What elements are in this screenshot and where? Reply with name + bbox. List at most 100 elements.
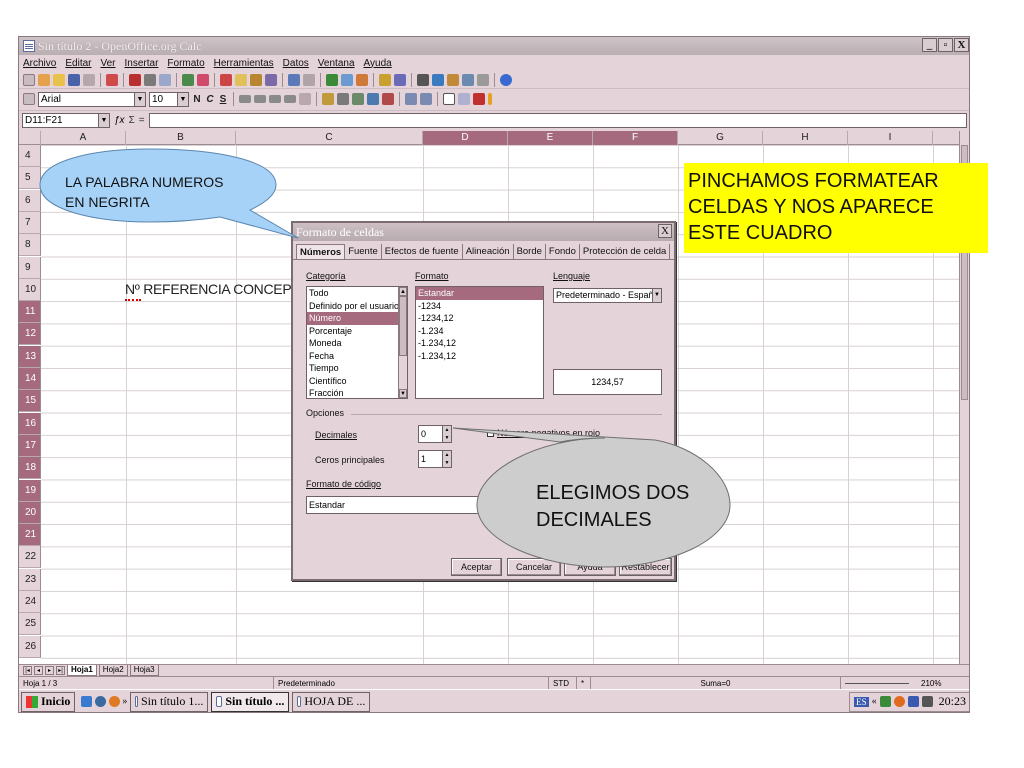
font-color-icon[interactable] <box>473 93 485 105</box>
datasources-icon[interactable] <box>462 73 474 86</box>
menu-formato[interactable]: Formato <box>167 58 204 69</box>
font-size-combo[interactable]: 10 ▼ <box>149 91 189 107</box>
column-header[interactable]: B <box>126 131 236 145</box>
list-item[interactable]: Estandar <box>416 287 543 300</box>
column-header[interactable]: C <box>236 131 423 145</box>
cancel-button[interactable]: Cancelar <box>507 558 561 576</box>
chart-icon[interactable] <box>379 73 391 86</box>
row-header[interactable]: 18 <box>19 457 41 480</box>
menu-ventana[interactable]: Ventana <box>318 58 355 69</box>
navigator-icon[interactable] <box>432 73 444 86</box>
cut-icon[interactable] <box>220 73 232 86</box>
undo-icon[interactable] <box>288 73 300 86</box>
prev-sheet-icon[interactable]: ◂ <box>34 666 43 675</box>
row-header[interactable]: 22 <box>19 546 41 569</box>
row-header[interactable]: 8 <box>19 234 41 257</box>
volume-icon[interactable] <box>921 696 933 707</box>
row-header[interactable]: 24 <box>19 591 41 613</box>
row-header[interactable]: 12 <box>19 323 41 346</box>
hyperlink-icon[interactable] <box>326 73 338 86</box>
redo-icon[interactable] <box>303 73 315 86</box>
chevron-down-icon[interactable]: ▼ <box>177 92 188 106</box>
row-header[interactable]: 7 <box>19 211 41 234</box>
next-sheet-icon[interactable]: ▸ <box>45 666 54 675</box>
status-mode[interactable]: STD <box>549 676 577 690</box>
menu-editar[interactable]: Editar <box>65 58 91 69</box>
function-icon[interactable]: = <box>139 115 145 126</box>
decimals-stepper[interactable]: 0 ▲ ▼ <box>418 425 452 443</box>
export-pdf-icon[interactable] <box>129 73 141 86</box>
chevron-down-icon[interactable]: ▼ <box>652 289 661 302</box>
toolbar-overflow-icon[interactable] <box>488 93 492 105</box>
help-icon[interactable] <box>500 73 512 86</box>
browser-icon[interactable] <box>109 696 121 707</box>
sum-icon[interactable]: Σ <box>129 115 135 126</box>
list-item[interactable]: Todo <box>307 287 407 300</box>
column-header[interactable]: G <box>678 131 763 145</box>
email-icon[interactable] <box>83 73 95 86</box>
chevron-down-icon[interactable]: ▼ <box>98 114 109 127</box>
row-header[interactable]: 13 <box>19 345 41 368</box>
toolbar-menu-icon[interactable] <box>23 73 35 86</box>
tab-efectos-fuente[interactable]: Efectos de fuente <box>382 244 463 259</box>
formula-input[interactable] <box>148 113 967 128</box>
tab-fondo[interactable]: Fondo <box>546 244 580 259</box>
last-sheet-icon[interactable]: ▸| <box>56 666 65 675</box>
remove-decimal-icon[interactable] <box>382 93 394 105</box>
dialog-close-button[interactable]: X <box>658 224 672 238</box>
row-header[interactable]: 17 <box>19 434 41 457</box>
column-header[interactable]: F <box>593 131 678 145</box>
row-header[interactable]: 6 <box>19 189 41 212</box>
align-center-icon[interactable] <box>254 95 266 103</box>
name-box[interactable]: D11:F21 ▼ <box>22 113 110 128</box>
font-name-combo[interactable]: Arial ▼ <box>38 91 146 107</box>
quicklaunch-more[interactable]: » <box>122 696 127 707</box>
bold-button[interactable]: N <box>192 94 202 105</box>
tab-numeros[interactable]: Números <box>296 244 346 259</box>
column-header[interactable]: D <box>423 131 508 145</box>
language-indicator[interactable]: ES <box>854 696 869 707</box>
menu-insertar[interactable]: Insertar <box>125 58 159 69</box>
row-header[interactable]: 4 <box>19 145 41 167</box>
start-button[interactable]: Inicio <box>21 691 76 712</box>
stepper-arrows-icon[interactable]: ▲ ▼ <box>442 426 451 442</box>
edit-file-icon[interactable] <box>106 73 118 86</box>
row-header[interactable]: 11 <box>19 301 41 324</box>
scrollbar-thumb[interactable] <box>399 296 407 356</box>
save-icon[interactable] <box>68 73 80 86</box>
category-list[interactable]: Todo Definido por el usuario Número Porc… <box>306 286 408 399</box>
list-item[interactable]: Científico <box>307 375 407 388</box>
tray-expand[interactable]: « <box>872 696 877 707</box>
currency-format-icon[interactable] <box>322 93 334 105</box>
print-icon[interactable] <box>144 73 156 86</box>
increase-indent-icon[interactable] <box>420 93 432 105</box>
list-item[interactable]: Fecha <box>307 350 407 363</box>
list-item[interactable]: -1234,12 <box>416 312 543 325</box>
borders-icon[interactable] <box>443 93 455 105</box>
autospellcheck-icon[interactable] <box>197 73 209 86</box>
menu-datos[interactable]: Datos <box>283 58 309 69</box>
row-header[interactable]: 9 <box>19 256 41 279</box>
tab-borde[interactable]: Borde <box>514 244 546 259</box>
gallery-icon[interactable] <box>447 73 459 86</box>
tab-fuente[interactable]: Fuente <box>345 244 382 259</box>
sort-descending-icon[interactable] <box>356 73 368 86</box>
column-header[interactable]: A <box>41 131 126 145</box>
select-all-corner[interactable] <box>19 131 41 145</box>
list-item[interactable]: Fracción <box>307 387 407 398</box>
find-replace-icon[interactable] <box>417 73 429 86</box>
zoom-slider[interactable] <box>841 677 921 690</box>
network-icon[interactable] <box>879 696 891 707</box>
new-document-icon[interactable] <box>38 73 50 86</box>
percent-format-icon[interactable] <box>337 93 349 105</box>
sheet-tab[interactable]: Hoja3 <box>129 665 159 676</box>
italic-button[interactable]: C <box>205 94 215 105</box>
sort-ascending-icon[interactable] <box>341 73 353 86</box>
list-item[interactable]: -1.234,12 <box>416 337 543 350</box>
update-icon[interactable] <box>907 696 919 707</box>
function-wizard-icon[interactable]: ƒx <box>114 115 125 126</box>
antivirus-icon[interactable] <box>893 696 905 707</box>
leading-zeros-stepper[interactable]: 1 ▲ ▼ <box>418 450 452 468</box>
row-header[interactable]: 23 <box>19 568 41 591</box>
media-player-icon[interactable] <box>95 696 107 707</box>
